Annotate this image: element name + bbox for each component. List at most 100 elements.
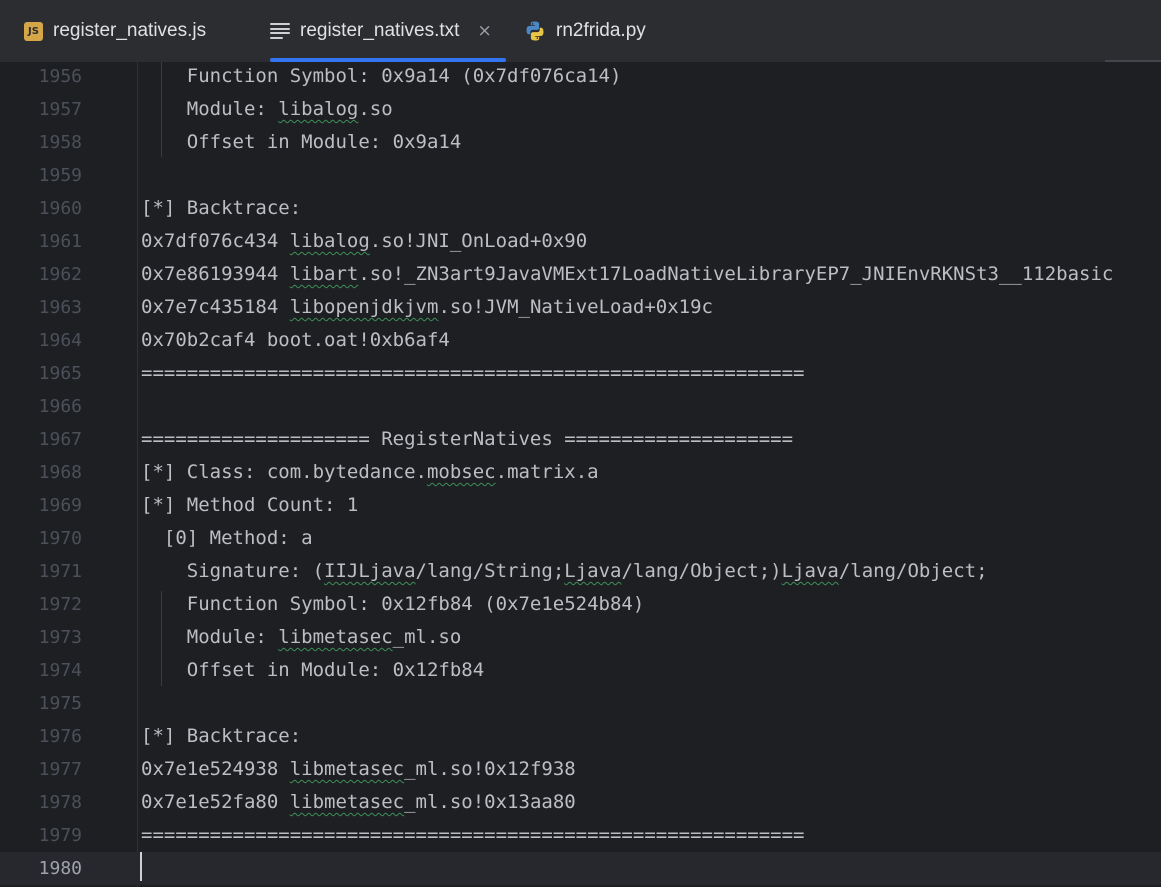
text-segment: .so: [358, 98, 393, 120]
text-segment: [*] Backtrace:: [141, 725, 302, 747]
tab-label: rn2frida.py: [556, 20, 646, 41]
line-text: Module: libmetasec_ml.so: [141, 621, 462, 654]
line-number: 1965: [38, 363, 82, 384]
text-segment: .matrix.a: [495, 461, 599, 483]
text-segment: 0x7e1e524938: [141, 758, 290, 780]
line-number: 1967: [38, 429, 82, 450]
editor-line[interactable]: 1974 Offset in Module: 0x12fb84: [0, 654, 1161, 687]
line-number: 1963: [38, 297, 82, 318]
text-segment: /lang/Object;): [621, 560, 782, 582]
editor-line[interactable]: 1973 Module: libmetasec_ml.so: [0, 621, 1161, 654]
line-number: 1961: [38, 231, 82, 252]
spelling-warning: libalog: [289, 230, 370, 252]
spelling-warning: mobsec: [426, 461, 496, 483]
text-editor[interactable]: 1956 Function Symbol: 0x9a14 (0x7df076ca…: [0, 62, 1161, 887]
text-segment: .so!_ZN3art9JavaVMExt17LoadNativeLibrary…: [358, 263, 1114, 285]
line-number: 1973: [38, 627, 82, 648]
text-segment: Signature: (: [141, 560, 325, 582]
line-text: [*] Class: com.bytedance.mobsec.matrix.a: [141, 456, 599, 489]
spelling-warning: libmetasec: [278, 626, 393, 648]
editor-line[interactable]: 1976 [*] Backtrace:: [0, 720, 1161, 753]
line-number: 1956: [38, 66, 82, 87]
editor-line[interactable]: 1969 [*] Method Count: 1: [0, 489, 1161, 522]
text-segment: [*] Method Count: 1: [141, 494, 359, 516]
editor-line[interactable]: 1968 [*] Class: com.bytedance.mobsec.matr…: [0, 456, 1161, 489]
editor-line[interactable]: 1956 Function Symbol: 0x9a14 (0x7df076ca…: [0, 62, 1161, 93]
editor-line[interactable]: 1961 0x7df076c434 libalog.so!JNI_OnLoad+0…: [0, 225, 1161, 258]
line-text: Offset in Module: 0x12fb84: [141, 654, 484, 687]
editor-line[interactable]: 1967 ==================== RegisterNatives…: [0, 423, 1161, 456]
line-number: 1969: [38, 495, 82, 516]
spelling-warning: libmetasec: [289, 758, 405, 780]
line-number: 1962: [38, 264, 82, 285]
text-segment: ========================================…: [141, 824, 805, 846]
editor-line[interactable]: 1958 Offset in Module: 0x9a14: [0, 126, 1161, 159]
line-text: [*] Backtrace:: [141, 192, 301, 225]
line-text: 0x7e86193944 libart.so!_ZN3art9JavaVMExt…: [141, 258, 1113, 291]
tab-rn2frida-py[interactable]: rn2frida.py: [524, 0, 646, 62]
line-text: Function Symbol: 0x9a14 (0x7df076ca14): [141, 62, 622, 93]
spelling-warning: libopenjdkjvm: [289, 296, 439, 318]
line-number: 1971: [38, 561, 82, 582]
editor-line[interactable]: 1978 0x7e1e52fa80 libmetasec_ml.so!0x13aa…: [0, 786, 1161, 819]
text-segment: [0] Method: a: [141, 527, 313, 549]
text-segment: 0x7e1e52fa80: [141, 791, 290, 813]
line-number: 1975: [38, 693, 82, 714]
line-number: 1980: [38, 858, 82, 879]
editor-line[interactable]: 1957 Module: libalog.so: [0, 93, 1161, 126]
editor-line[interactable]: 1959: [0, 159, 1161, 192]
editor-line[interactable]: 1960 [*] Backtrace:: [0, 192, 1161, 225]
editor-line[interactable]: 1975: [0, 687, 1161, 720]
line-text: [*] Method Count: 1: [141, 489, 358, 522]
text-segment: Offset in Module: 0x12fb84: [141, 659, 485, 681]
line-text: Offset in Module: 0x9a14: [141, 126, 462, 159]
line-number: 1957: [38, 99, 82, 120]
editor-line[interactable]: 1963 0x7e7c435184 libopenjdkjvm.so!JVM_Na…: [0, 291, 1161, 324]
spelling-warning: libmetasec: [289, 791, 405, 813]
line-number: 1964: [38, 330, 82, 351]
js-icon: JS: [24, 21, 43, 41]
spelling-warning: Ljava: [781, 560, 839, 582]
line-number: 1966: [38, 396, 82, 417]
tab-label: register_natives.txt: [300, 20, 460, 41]
text-segment: [*] Backtrace:: [141, 197, 302, 219]
line-number: 1979: [38, 825, 82, 846]
line-number: 1959: [38, 165, 82, 186]
editor-line[interactable]: 1980: [0, 852, 1161, 885]
line-text: 0x70b2caf4 boot.oat!0xb6af4: [141, 324, 450, 357]
text-segment: .so!JNI_OnLoad+0x90: [369, 230, 588, 252]
line-text: [*] Backtrace:: [141, 720, 301, 753]
line-number: 1974: [38, 660, 82, 681]
line-text: 0x7e1e52fa80 libmetasec_ml.so!0x13aa80: [141, 786, 576, 819]
line-text: ==================== RegisterNatives ===…: [141, 423, 793, 456]
editor-line[interactable]: 1964 0x70b2caf4 boot.oat!0xb6af4: [0, 324, 1161, 357]
editor-line[interactable]: 1972 Function Symbol: 0x12fb84 (0x7e1e52…: [0, 588, 1161, 621]
text-segment: ==================== RegisterNatives ===…: [141, 428, 794, 450]
tab-label: register_natives.js: [53, 20, 207, 41]
line-text: 0x7e1e524938 libmetasec_ml.so!0x12f938: [141, 753, 576, 786]
spelling-warning: IIJLjava: [324, 560, 416, 582]
editor-line[interactable]: 1977 0x7e1e524938 libmetasec_ml.so!0x12f9…: [0, 753, 1161, 786]
line-text: Signature: (IIJLjava/lang/String; Ljava/l…: [141, 555, 988, 588]
editor-line[interactable]: 1962 0x7e86193944 libart.so!_ZN3art9JavaV…: [0, 258, 1161, 291]
editor-line[interactable]: 1970 [0] Method: a: [0, 522, 1161, 555]
text-segment: _ml.so!0x13aa80: [404, 791, 576, 813]
indent-guide: [161, 591, 162, 686]
line-text: [0] Method: a: [141, 522, 313, 555]
text-segment: .so!JVM_NativeLoad+0x19c: [438, 296, 713, 318]
tab-register-natives-js[interactable]: JS register_natives.js: [24, 0, 206, 62]
editor-line[interactable]: 1979 ====================================…: [0, 819, 1161, 852]
indent-guide: [161, 62, 162, 157]
editor-line[interactable]: 1971 Signature: (IIJLjava/lang/String; Lj…: [0, 555, 1161, 588]
line-text: ========================================…: [141, 357, 804, 390]
text-segment: /lang/String;: [415, 560, 565, 582]
close-icon[interactable]: ×: [477, 22, 491, 40]
editor-line[interactable]: 1965 ====================================…: [0, 357, 1161, 390]
text-segment: 0x7e7c435184: [141, 296, 290, 318]
line-text: ========================================…: [141, 819, 804, 852]
python-icon: [526, 21, 544, 41]
tab-register-natives-txt[interactable]: register_natives.txt ×: [270, 0, 506, 62]
text-segment: _ml.so!0x12f938: [404, 758, 576, 780]
text-segment: 0x70b2caf4 boot.oat!0xb6af4: [141, 329, 450, 351]
editor-line[interactable]: 1966: [0, 390, 1161, 423]
